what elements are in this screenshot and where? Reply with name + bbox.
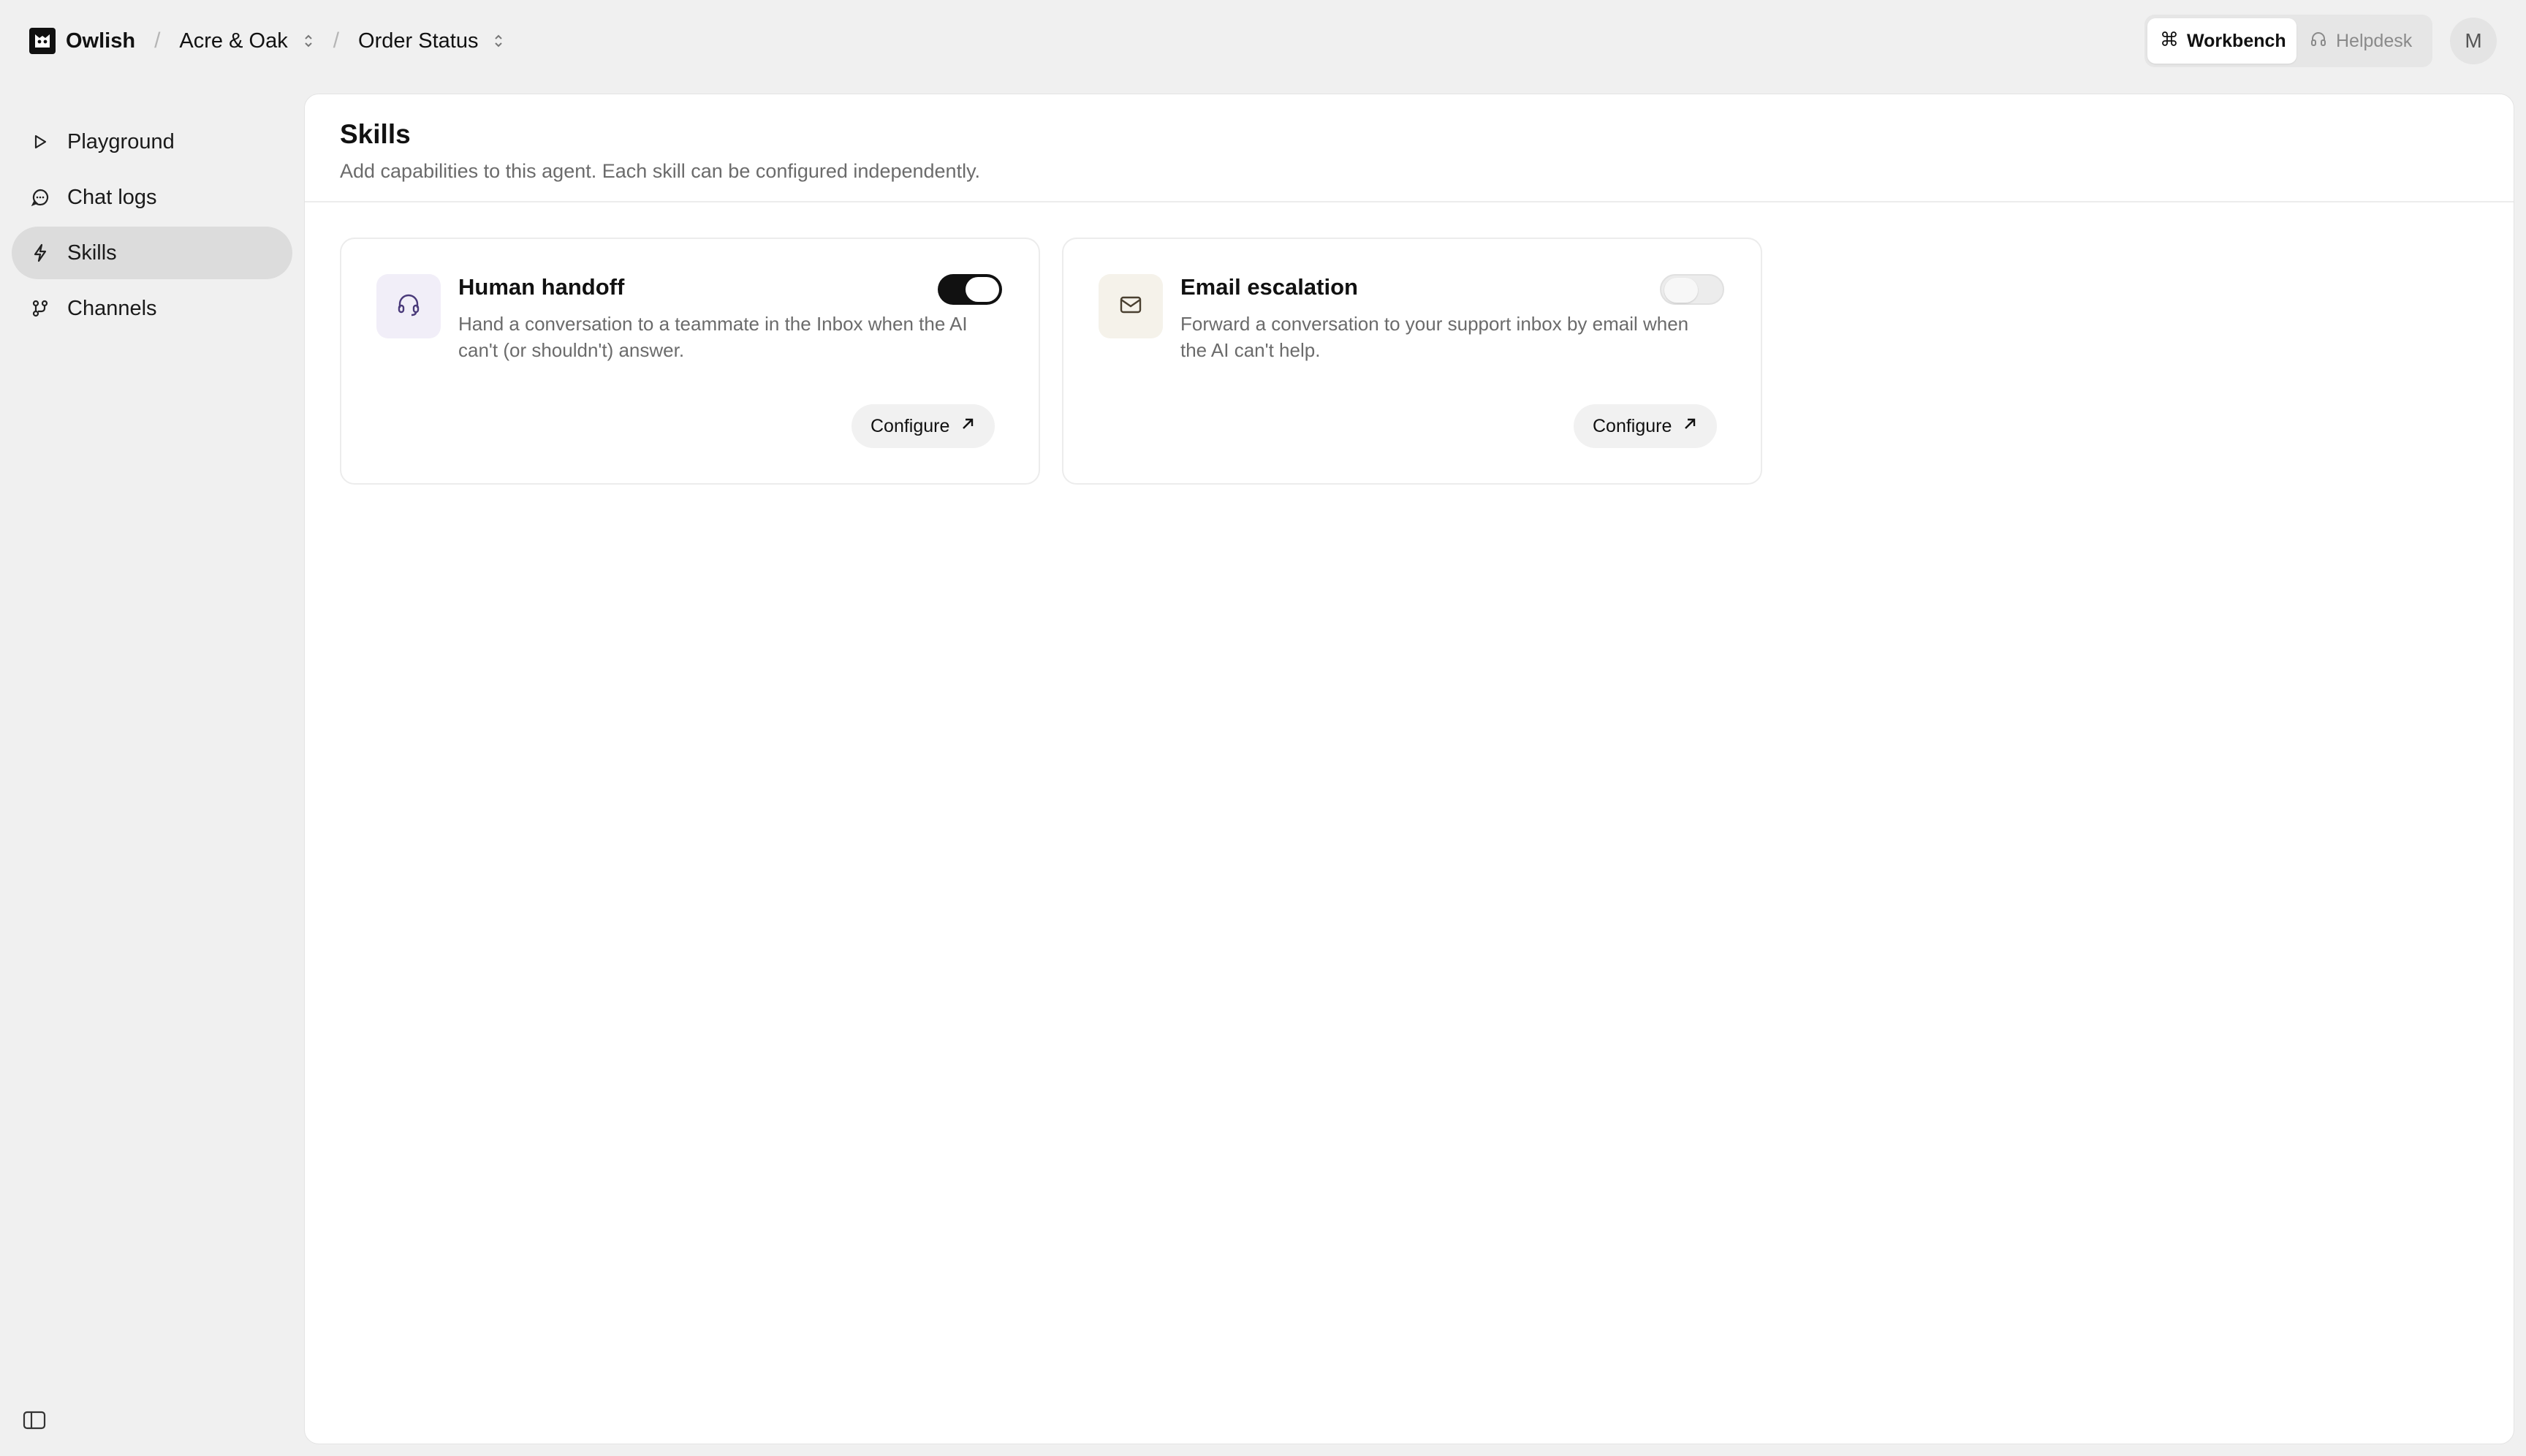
chevron-up-down-icon bbox=[493, 32, 504, 50]
sidebar-item-chat-logs[interactable]: Chat logs bbox=[12, 171, 292, 224]
breadcrumb-separator: / bbox=[154, 29, 161, 53]
app-name[interactable]: Owlish bbox=[66, 29, 135, 53]
workbench-label: Workbench bbox=[2187, 30, 2286, 51]
main-panel: Skills Add capabilities to this agent. E… bbox=[304, 94, 2514, 1444]
page-header: Skills Add capabilities to this agent. E… bbox=[305, 94, 2514, 202]
skill-title: Email escalation bbox=[1180, 274, 1358, 300]
sidebar-item-playground[interactable]: Playground bbox=[12, 115, 292, 168]
command-icon bbox=[2161, 30, 2178, 53]
channels-icon bbox=[29, 297, 51, 319]
toggle-knob bbox=[966, 277, 999, 302]
avatar[interactable]: M bbox=[2450, 18, 2497, 64]
sidebar-item-label: Playground bbox=[67, 129, 175, 153]
agent-name: Order Status bbox=[358, 29, 479, 53]
sidebar: Playground Chat logs Skills Channels bbox=[12, 115, 292, 338]
helpdesk-label: Helpdesk bbox=[2336, 30, 2413, 51]
configure-label: Configure bbox=[871, 415, 950, 436]
skill-icon-container bbox=[376, 274, 441, 338]
owlish-logo-icon[interactable] bbox=[29, 28, 56, 54]
sidebar-item-channels[interactable]: Channels bbox=[12, 282, 292, 335]
play-icon bbox=[29, 131, 51, 153]
chat-icon bbox=[29, 186, 51, 208]
headset-icon bbox=[394, 290, 423, 323]
skill-card-email-escalation: Email escalation Forward a conversation … bbox=[1062, 238, 1762, 485]
configure-label: Configure bbox=[1593, 415, 1672, 436]
skill-icon-container bbox=[1099, 274, 1163, 338]
sidebar-item-skills[interactable]: Skills bbox=[12, 227, 292, 279]
helpdesk-tab[interactable]: Helpdesk bbox=[2296, 18, 2425, 64]
page-title: Skills bbox=[340, 119, 411, 149]
skills-grid: Human handoff Hand a conversation to a t… bbox=[340, 238, 1762, 485]
sidebar-item-label: Chat logs bbox=[67, 185, 157, 209]
skill-card-human-handoff: Human handoff Hand a conversation to a t… bbox=[340, 238, 1040, 485]
arrow-up-right-icon bbox=[960, 416, 976, 437]
sidebar-item-label: Channels bbox=[67, 296, 157, 320]
skill-description: Hand a conversation to a teammate in the… bbox=[458, 313, 968, 361]
workspace-switcher[interactable]: Acre & Oak bbox=[179, 29, 314, 53]
configure-button[interactable]: Configure bbox=[1574, 404, 1718, 448]
arrow-up-right-icon bbox=[1682, 416, 1698, 437]
workbench-tab[interactable]: Workbench bbox=[2147, 18, 2296, 64]
skill-title: Human handoff bbox=[458, 274, 625, 300]
sidebar-item-label: Skills bbox=[67, 240, 117, 265]
skill-description: Forward a conversation to your support i… bbox=[1180, 313, 1689, 361]
email-escalation-toggle[interactable] bbox=[1660, 274, 1724, 305]
human-handoff-toggle[interactable] bbox=[938, 274, 1002, 305]
agent-switcher[interactable]: Order Status bbox=[358, 29, 504, 53]
breadcrumb-separator: / bbox=[333, 29, 340, 53]
lightning-icon bbox=[29, 242, 51, 264]
mail-icon bbox=[1116, 290, 1145, 323]
headphones-icon bbox=[2310, 30, 2327, 53]
mode-switcher: Workbench Helpdesk bbox=[2144, 15, 2432, 67]
workspace-name: Acre & Oak bbox=[179, 29, 288, 53]
sidebar-toggle-icon[interactable] bbox=[22, 1409, 47, 1435]
chevron-up-down-icon bbox=[303, 32, 314, 50]
toggle-knob bbox=[1664, 278, 1698, 303]
page-subtitle: Add capabilities to this agent. Each ski… bbox=[340, 160, 981, 182]
configure-button[interactable]: Configure bbox=[852, 404, 995, 448]
